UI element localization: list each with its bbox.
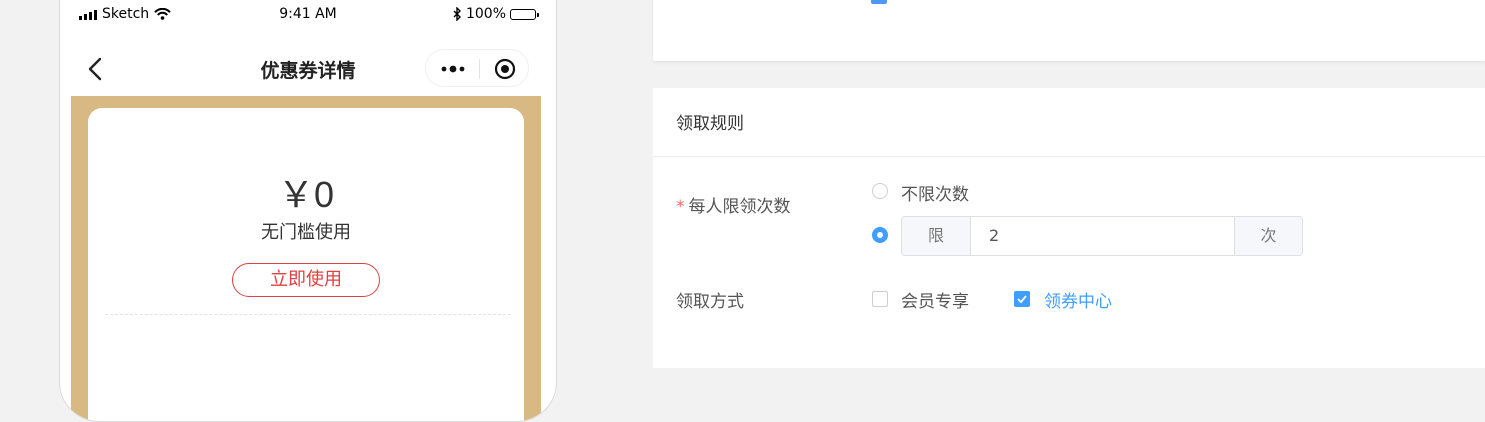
- use-now-button[interactable]: 立即使用: [232, 263, 380, 297]
- limit-count-input-group: 限 2 次: [901, 216, 1303, 256]
- previous-section-card: [653, 0, 1485, 61]
- battery-icon: [510, 8, 539, 20]
- radio-limit[interactable]: [872, 227, 888, 243]
- coupon-amount: ￥0: [277, 174, 335, 215]
- checkbox-coupon-center-label[interactable]: 领券中心: [1044, 287, 1112, 312]
- limit-count-input[interactable]: 2: [971, 217, 1234, 255]
- nav-bar: 优惠券详情: [60, 45, 556, 89]
- status-right: 100%: [453, 6, 539, 22]
- checkbox-member-only[interactable]: [872, 291, 888, 307]
- checkbox-checked-partial[interactable]: [871, 0, 887, 4]
- limit-label-row: * 每人限领次数: [676, 192, 791, 217]
- checkbox-coupon-center[interactable]: [1014, 291, 1030, 307]
- claim-rules-card: 领取规则 * 每人限领次数 不限次数 限 2 次 领取方式 会员专享 领券中心: [653, 88, 1485, 368]
- target-icon[interactable]: [494, 58, 516, 80]
- bluetooth-icon: [453, 7, 461, 21]
- radio-unlimited[interactable]: [872, 183, 888, 199]
- method-label: 领取方式: [676, 292, 744, 312]
- status-bar: Sketch 9:41 AM 100%: [60, 1, 556, 27]
- more-dots-icon[interactable]: [439, 63, 469, 75]
- required-mark: *: [676, 197, 685, 217]
- section-title: 领取规则: [653, 88, 1485, 157]
- checkbox-member-only-label[interactable]: 会员专享: [901, 287, 969, 312]
- capsule-divider: [479, 59, 480, 79]
- mini-program-capsule: [425, 49, 529, 87]
- radio-unlimited-label[interactable]: 不限次数: [901, 180, 969, 205]
- coupon-condition: 无门槛使用: [261, 222, 351, 243]
- battery-percent: 100%: [465, 6, 506, 22]
- coupon-card: ￥0 无门槛使用 立即使用: [88, 108, 524, 421]
- limit-label: 每人限领次数: [688, 197, 791, 217]
- check-icon: [1017, 295, 1027, 304]
- phone-preview: Sketch 9:41 AM 100% 优惠券详情 ￥0 无门槛使用 立即使用: [59, 0, 557, 422]
- limit-suffix: 次: [1234, 217, 1302, 255]
- coupon-background: ￥0 无门槛使用 立即使用: [71, 96, 541, 421]
- dashed-divider: [105, 314, 511, 315]
- limit-prefix: 限: [902, 217, 971, 255]
